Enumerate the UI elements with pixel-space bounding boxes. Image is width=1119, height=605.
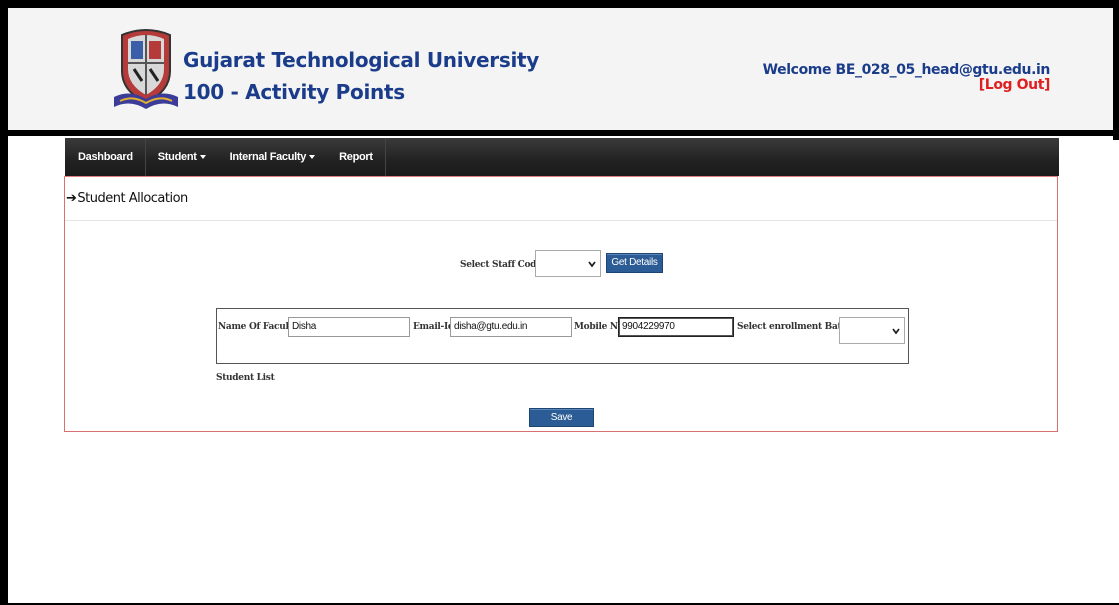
nav-student-label: Student xyxy=(157,151,197,163)
nav-dashboard[interactable]: Dashboard xyxy=(65,138,145,176)
header-divider xyxy=(8,130,1119,136)
get-details-button[interactable]: Get Details xyxy=(606,253,663,273)
arrow-right-icon: ➔ xyxy=(66,191,77,206)
window-frame-left xyxy=(0,0,8,605)
nav-internal-faculty-label: Internal Faculty xyxy=(229,151,307,163)
site-header: Gujarat Technological University 100 - A… xyxy=(8,8,1113,130)
nav-report-label: Report xyxy=(339,151,373,163)
welcome-text: Welcome BE_028_05_head@gtu.edu.in xyxy=(762,62,1051,78)
save-button[interactable]: Save xyxy=(529,408,594,427)
page-title: ➔Student Allocation xyxy=(65,177,1057,221)
app-subtitle: 100 - Activity Points xyxy=(183,80,405,104)
nav-separator xyxy=(384,138,386,176)
nav-dashboard-label: Dashboard xyxy=(78,151,133,163)
window-frame-right xyxy=(1113,0,1119,140)
staff-code-label: Select Staff Code xyxy=(460,260,542,270)
caret-down-icon xyxy=(199,155,206,160)
page-title-text: Student Allocation xyxy=(77,191,188,206)
university-title: Gujarat Technological University xyxy=(183,48,540,72)
chevron-down-icon xyxy=(892,328,900,335)
email-label: Email-Id xyxy=(413,322,454,332)
enrollment-batch-select[interactable] xyxy=(839,317,905,344)
student-list-label: Student List xyxy=(216,373,275,383)
nav-student[interactable]: Student xyxy=(146,138,218,176)
faculty-name-field[interactable]: Disha xyxy=(288,317,410,337)
batch-label: Select enrollment Batch xyxy=(737,322,853,332)
chevron-down-icon xyxy=(588,261,596,268)
staff-code-select[interactable] xyxy=(535,250,601,277)
faculty-name-label: Name Of Faculty xyxy=(218,322,298,332)
gtu-crest-logo xyxy=(114,29,178,109)
mobile-field[interactable]: 9904229970 xyxy=(618,317,734,337)
nav-internal-faculty[interactable]: Internal Faculty xyxy=(218,138,328,176)
logout-link[interactable]: [Log Out] xyxy=(979,77,1051,93)
caret-down-icon xyxy=(309,155,316,160)
main-navbar: Dashboard Student Internal Faculty Repor… xyxy=(65,138,1059,176)
nav-report[interactable]: Report xyxy=(327,138,385,176)
mobile-label: Mobile No xyxy=(574,322,624,332)
email-field[interactable]: disha@gtu.edu.in xyxy=(450,317,572,337)
window-frame-top xyxy=(0,0,1119,8)
faculty-details-box: Name Of Faculty Disha Email-Id disha@gtu… xyxy=(216,308,909,364)
student-allocation-panel: ➔Student Allocation Select Staff Code Ge… xyxy=(64,176,1058,432)
